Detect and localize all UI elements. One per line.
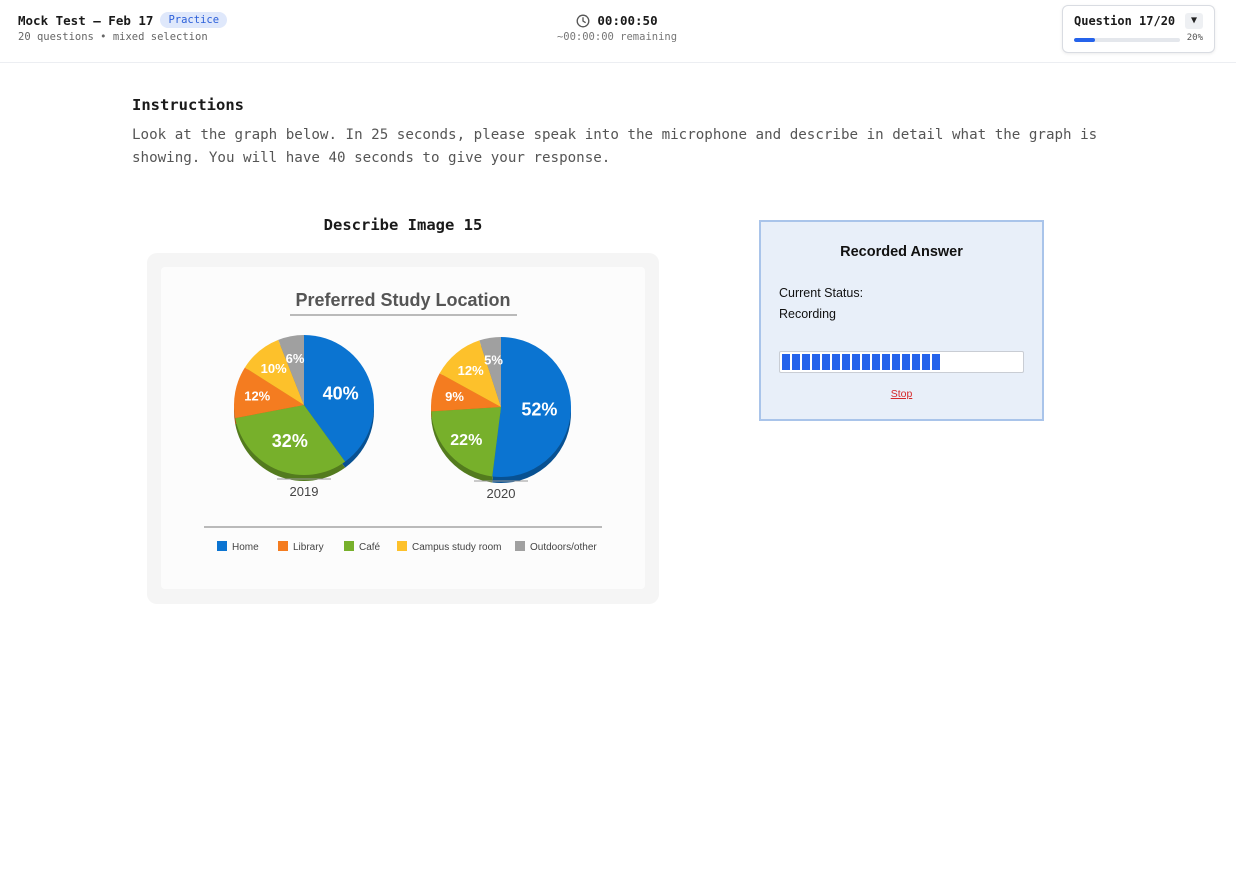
legend-swatch xyxy=(344,541,354,551)
level-segment xyxy=(932,354,940,370)
data-label: 22% xyxy=(450,432,482,449)
level-segment xyxy=(882,354,890,370)
data-label: 12% xyxy=(244,389,270,404)
clock-icon xyxy=(576,14,590,27)
mode-badge: Practice xyxy=(160,12,228,28)
legend-swatch xyxy=(515,541,525,551)
legend-label: Library xyxy=(293,542,324,553)
recorder-panel: Recorded Answer Current Status: Recordin… xyxy=(759,220,1044,421)
level-segment xyxy=(842,354,850,370)
level-segment xyxy=(792,354,800,370)
level-segment xyxy=(802,354,810,370)
level-segment xyxy=(872,354,880,370)
data-label: 9% xyxy=(445,389,464,404)
status-value: Recording xyxy=(779,307,836,321)
chevron-down-icon[interactable]: ▼ xyxy=(1185,13,1203,29)
test-title-row: Mock Test – Feb 17 Practice xyxy=(18,12,228,28)
legend-label: Campus study room xyxy=(412,542,501,553)
data-label: 12% xyxy=(458,363,484,378)
legend-swatch xyxy=(397,541,407,551)
question-selector[interactable]: Question 17/20 ▼ 20% xyxy=(1062,5,1215,53)
question-progress-percent: 20% xyxy=(1186,33,1203,43)
data-label: 5% xyxy=(484,353,503,368)
data-label: 6% xyxy=(286,351,305,366)
test-subtitle: 20 questions • mixed selection xyxy=(18,31,208,43)
question-progress-fill xyxy=(1074,38,1096,42)
instructions-heading: Instructions xyxy=(132,96,244,114)
question-progress-bar xyxy=(1074,38,1180,42)
level-segment xyxy=(822,354,830,370)
level-segment xyxy=(892,354,900,370)
data-label: 52% xyxy=(521,400,557,420)
legend-swatch xyxy=(278,541,288,551)
series-label: 2020 xyxy=(487,486,516,501)
timer-value: 00:00:50 xyxy=(597,13,658,28)
test-title: Mock Test – Feb 17 xyxy=(18,12,154,28)
level-segment xyxy=(782,354,790,370)
level-segment xyxy=(832,354,840,370)
chart-title: Preferred Study Location xyxy=(295,290,510,310)
data-label: 40% xyxy=(323,383,359,403)
data-label: 32% xyxy=(272,431,308,451)
timer: 00:00:50 ~00:00:00 remaining xyxy=(556,13,678,43)
stop-button[interactable]: Stop xyxy=(761,388,1042,400)
level-segment xyxy=(852,354,860,370)
image-title: Describe Image 15 xyxy=(323,216,483,234)
level-segment xyxy=(862,354,870,370)
recording-level-bar xyxy=(779,351,1024,373)
question-counter: Question 17/20 xyxy=(1074,14,1176,28)
legend-swatch xyxy=(217,541,227,551)
level-segment xyxy=(922,354,930,370)
series-label: 2019 xyxy=(290,484,319,499)
legend-label: Café xyxy=(359,542,381,553)
recorder-title: Recorded Answer xyxy=(840,244,963,260)
level-segment xyxy=(812,354,820,370)
time-remaining: ~00:00:00 remaining xyxy=(556,31,678,43)
level-segment xyxy=(902,354,910,370)
top-bar: Mock Test – Feb 17 Practice 20 questions… xyxy=(0,0,1236,63)
data-label: 10% xyxy=(261,361,287,376)
legend-label: Outdoors/other xyxy=(530,542,597,553)
chart-image: Preferred Study Location 40% 32% 12% 10% 6% 20… xyxy=(161,267,645,589)
level-segment xyxy=(912,354,920,370)
legend-label: Home xyxy=(232,542,259,553)
instructions-text: Look at the graph below. In 25 seconds, … xyxy=(132,127,1098,166)
pie-chart: Preferred Study Location 40% 32% 12% 10%6% 20… xyxy=(204,290,602,553)
image-frame: Preferred Study Location 40% 32% 12% 10% 6% 20… xyxy=(147,253,659,604)
status-label: Current Status: xyxy=(779,286,864,300)
